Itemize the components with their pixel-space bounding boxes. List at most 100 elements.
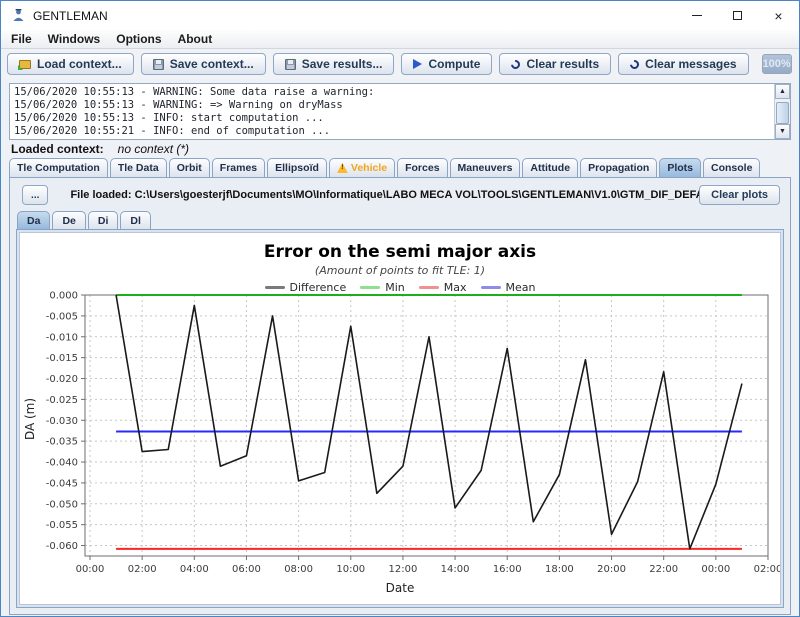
save-icon	[153, 59, 164, 70]
tab-vehicle-label: Vehicle	[351, 162, 387, 174]
y-tick-label: -0.040	[46, 458, 78, 469]
compute-button[interactable]: Compute	[401, 53, 492, 75]
tab-tle-computation[interactable]: Tle Computation	[9, 158, 108, 177]
y-tick-label: -0.020	[46, 374, 78, 385]
scroll-up-button[interactable]: ▲	[775, 84, 790, 99]
app-icon	[10, 8, 26, 24]
x-tick-label: 12:00	[389, 564, 418, 575]
x-tick-label: 18:00	[545, 564, 574, 575]
x-tick-label: 08:00	[284, 564, 313, 575]
subtab-di[interactable]: Di	[88, 211, 119, 229]
tab-maneuvers[interactable]: Maneuvers	[450, 158, 521, 177]
x-axis-label: Date	[20, 581, 780, 595]
x-tick-label: 16:00	[493, 564, 522, 575]
chart-panel: 0.000 -0.005 -0.010 -0.015 -0.020 -0.025 -0.03…	[19, 232, 781, 605]
log-line: 15/06/2020 10:55:13 - WARNING: Some data…	[14, 86, 786, 99]
maximize-button[interactable]	[717, 1, 758, 30]
y-tick-label: -0.055	[46, 520, 78, 531]
main-tabstrip: Tle Computation Tle Data Orbit Frames El…	[1, 157, 799, 177]
log-line: 15/06/2020 10:55:13 - WARNING: => Warnin…	[14, 99, 786, 112]
x-tick-label: 20:00	[597, 564, 626, 575]
log-line: 15/06/2020 10:55:13 - INFO: start comput…	[14, 112, 786, 125]
y-tick-label: -0.010	[46, 332, 78, 343]
menu-windows[interactable]: Windows	[40, 30, 109, 48]
plots-tab-content: ... File loaded: C:\Users\goesterjf\Docu…	[9, 177, 791, 615]
scroll-thumb[interactable]	[776, 102, 789, 124]
loaded-context-value: no context (*)	[118, 142, 189, 156]
close-icon: ×	[774, 8, 782, 24]
tab-attitude[interactable]: Attitude	[522, 158, 578, 177]
clear-icon	[510, 58, 523, 71]
x-tick-label: 10:00	[336, 564, 365, 575]
y-tick-label: -0.050	[46, 499, 78, 510]
progress-text: 100%	[763, 58, 791, 70]
load-icon	[19, 60, 31, 69]
log-scrollbar[interactable]: ▲ ▼	[774, 84, 790, 139]
clear-plots-button[interactable]: Clear plots	[699, 185, 780, 205]
plot-svg: 0.000 -0.005 -0.010 -0.015 -0.020 -0.025 -0.03…	[20, 233, 780, 604]
save-context-button[interactable]: Save context...	[141, 53, 266, 75]
x-tick-label: 04:00	[180, 564, 209, 575]
play-icon	[413, 59, 422, 69]
save-context-label: Save context...	[170, 57, 254, 71]
subtab-dl[interactable]: Dl	[120, 211, 151, 229]
log-panel: 15/06/2020 10:55:13 - WARNING: Some data…	[9, 83, 791, 140]
maximize-icon	[733, 11, 742, 20]
clear-messages-button[interactable]: Clear messages	[618, 53, 748, 75]
tab-plots[interactable]: Plots	[659, 158, 701, 177]
y-tick-label: -0.060	[46, 541, 78, 552]
menu-bar: File Windows Options About	[1, 30, 799, 49]
load-context-label: Load context...	[37, 57, 122, 71]
file-row: ... File loaded: C:\Users\goesterjf\Docu…	[10, 178, 790, 206]
clear-results-label: Clear results	[526, 57, 599, 71]
browse-button[interactable]: ...	[22, 185, 48, 205]
tab-vehicle[interactable]: ! Vehicle	[329, 158, 395, 177]
clear-icon	[628, 58, 641, 71]
subtab-de[interactable]: De	[52, 211, 85, 229]
load-context-button[interactable]: Load context...	[7, 53, 134, 75]
warning-icon: !	[337, 163, 348, 173]
title-bar: GENTLEMAN ×	[1, 1, 799, 30]
menu-about[interactable]: About	[170, 30, 221, 48]
plot-border	[85, 295, 768, 556]
close-button[interactable]: ×	[758, 1, 799, 30]
x-tick-label: 02:00	[128, 564, 157, 575]
loaded-context-label: Loaded context:	[11, 142, 104, 156]
scroll-track[interactable]	[775, 99, 790, 124]
tab-tle-data[interactable]: Tle Data	[110, 158, 167, 177]
compute-label: Compute	[428, 57, 480, 71]
save-results-button[interactable]: Save results...	[273, 53, 395, 75]
menu-options[interactable]: Options	[108, 30, 169, 48]
tab-propagation[interactable]: Propagation	[580, 158, 657, 177]
log-text-area[interactable]: 15/06/2020 10:55:13 - WARNING: Some data…	[10, 84, 790, 139]
minimize-button[interactable]	[676, 1, 717, 30]
tab-console[interactable]: Console	[703, 158, 760, 177]
clear-results-button[interactable]: Clear results	[499, 53, 611, 75]
save-results-label: Save results...	[302, 57, 383, 71]
app-window: GENTLEMAN × File Windows Options About L…	[0, 0, 800, 617]
log-line: 15/06/2020 10:55:21 - INFO: end of compu…	[14, 125, 786, 138]
y-tick-label: -0.005	[46, 311, 78, 322]
tab-orbit[interactable]: Orbit	[169, 158, 210, 177]
clear-messages-label: Clear messages	[645, 57, 736, 71]
menu-file[interactable]: File	[3, 30, 40, 48]
subtab-da[interactable]: Da	[17, 211, 50, 229]
scroll-down-button[interactable]: ▼	[775, 124, 790, 139]
x-tick-label: 00:00	[76, 564, 105, 575]
y-tick-label: -0.015	[46, 353, 78, 364]
y-tick-label: -0.035	[46, 437, 78, 448]
y-tick-label: -0.030	[46, 416, 78, 427]
y-tick-label: -0.025	[46, 395, 78, 406]
tab-forces[interactable]: Forces	[397, 158, 447, 177]
save-icon	[285, 59, 296, 70]
minimize-icon	[692, 15, 702, 16]
y-axis-label: DA (m)	[23, 397, 37, 439]
tab-ellipsoid[interactable]: Ellipsoïd	[267, 158, 327, 177]
loaded-context-row: Loaded context: no context (*)	[1, 140, 799, 157]
tab-frames[interactable]: Frames	[212, 158, 265, 177]
chart-container: 0.000 -0.005 -0.010 -0.015 -0.020 -0.025 -0.03…	[16, 229, 784, 608]
scroll-down-icon: ▼	[779, 128, 786, 135]
file-loaded-label: File loaded: C:\Users\goesterjf\Document…	[70, 189, 699, 201]
toolbar: Load context... Save context... Save res…	[1, 49, 799, 79]
y-tick-label: 0.000	[49, 291, 78, 302]
